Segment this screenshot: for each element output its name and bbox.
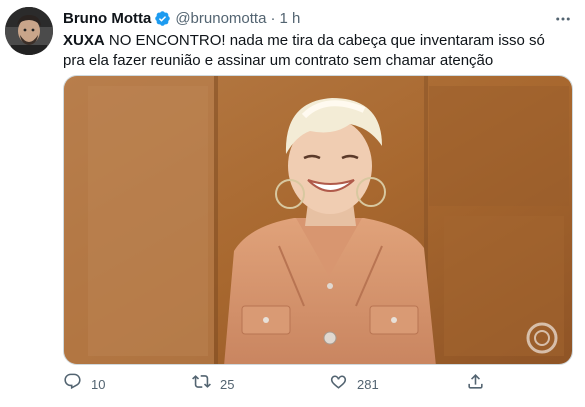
tweet-text-bold: XUXA <box>63 32 105 49</box>
tweet-media-image[interactable] <box>63 75 573 365</box>
tweet-header: Bruno Motta @brunomotta · 1 h <box>63 7 300 29</box>
share-icon <box>466 372 485 396</box>
author-handle[interactable]: @brunomotta <box>175 10 266 27</box>
tweet-text-body: NO ENCONTRO! nada me tira da cabeça que … <box>63 32 545 69</box>
author-name[interactable]: Bruno Motta <box>63 10 151 27</box>
reply-button[interactable]: 10 <box>63 372 105 396</box>
tweet-timestamp[interactable]: 1 h <box>279 10 300 27</box>
tweet: Bruno Motta @brunomotta · 1 h XUXA NO EN… <box>0 0 585 407</box>
separator-dot: · <box>270 9 276 27</box>
heart-icon <box>329 372 348 396</box>
avatar[interactable] <box>5 7 53 55</box>
reply-icon <box>63 372 82 396</box>
retweet-button[interactable]: 25 <box>192 372 234 396</box>
like-button[interactable]: 281 <box>329 372 379 396</box>
reply-count: 10 <box>91 376 106 392</box>
retweet-count: 25 <box>220 376 235 392</box>
share-button[interactable] <box>466 372 485 396</box>
like-count: 281 <box>357 376 379 392</box>
retweet-icon <box>192 372 211 396</box>
verified-badge-icon <box>154 10 171 27</box>
tweet-actions: 10 25 281 <box>63 372 573 396</box>
tweet-text: XUXA NO ENCONTRO! nada me tira da cabeça… <box>63 31 563 71</box>
more-options-icon[interactable] <box>553 9 573 29</box>
